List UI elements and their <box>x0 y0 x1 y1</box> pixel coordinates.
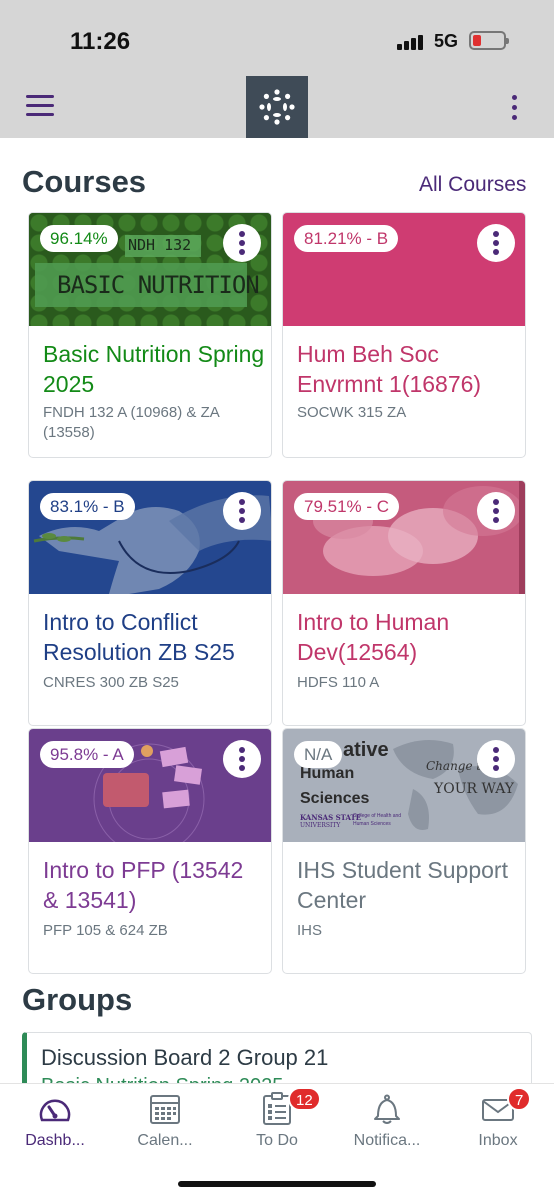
tab-inbox[interactable]: 7 Inbox <box>443 1084 553 1164</box>
ihs-image-text: YOUR WAY <box>434 781 514 797</box>
more-options-icon[interactable] <box>502 94 526 122</box>
groups-heading: Groups <box>22 982 133 1017</box>
inbox-badge: 7 <box>507 1087 532 1111</box>
course-options-icon[interactable] <box>477 740 515 778</box>
tab-todo[interactable]: 12 To Do <box>222 1084 332 1164</box>
bell-icon <box>374 1094 400 1124</box>
course-code: SOCWK 315 ZA <box>297 404 407 421</box>
all-courses-link[interactable]: All Courses <box>419 173 526 197</box>
ihs-image-text: Sciences <box>300 790 370 807</box>
course-title: Intro to Conflict Resolution ZB S25 <box>43 609 235 665</box>
course-options-icon[interactable] <box>223 224 261 262</box>
course-card[interactable]: 79.51% - C Intro to Human Dev(12564) HDF… <box>282 480 526 726</box>
course-code: CNRES 300 ZB S25 <box>43 674 179 691</box>
tab-calendar[interactable]: Calen... <box>110 1084 220 1164</box>
course-code: IHS <box>297 922 323 939</box>
signal-icon <box>397 34 425 50</box>
ihs-image-text: Human Sciences <box>353 821 391 827</box>
home-indicator <box>178 1181 376 1187</box>
course-code: PFP 105 & 624 ZB <box>43 922 168 939</box>
course-title: Intro to PFP (13542 & 13541) <box>43 857 244 913</box>
course-options-icon[interactable] <box>223 492 261 530</box>
course-options-icon[interactable] <box>477 224 515 262</box>
course-options-icon[interactable] <box>223 740 261 778</box>
course-options-icon[interactable] <box>477 492 515 530</box>
tab-label: Notifica... <box>353 1132 421 1149</box>
tab-label: Dashb... <box>25 1132 85 1149</box>
ihs-image-text: College of Health and <box>353 813 402 819</box>
course-card[interactable]: NDH 132 BASIC NUTRITION 96.14% Basic Nut… <box>28 212 272 458</box>
tab-label: Calen... <box>137 1132 193 1149</box>
course-grade: N/A <box>294 741 343 768</box>
tab-label: Inbox <box>478 1132 518 1149</box>
course-grade: 83.1% - B <box>40 493 135 520</box>
course-image-text-top: NDH 132 <box>128 236 192 254</box>
course-card[interactable]: 81.21% - B Hum Beh Soc Envrmnt 1(16876) … <box>282 212 526 458</box>
course-grade: 79.51% - C <box>294 493 400 520</box>
tab-dashboard[interactable]: Dashb... <box>0 1084 110 1164</box>
courses-heading: Courses <box>22 164 147 199</box>
tab-notifications[interactable]: Notifica... <box>332 1084 442 1164</box>
app-header: 11:26 5G <box>0 0 554 138</box>
calendar-icon <box>150 1095 180 1124</box>
canvas-logo-icon[interactable] <box>246 76 308 138</box>
course-title: IHS Student Support Center <box>297 857 508 913</box>
course-code: FNDH 132 A (10968) & ZA (13558) <box>43 404 219 441</box>
course-card[interactable]: ative Human Sciences Change the YOUR WAY… <box>282 728 526 974</box>
status-time: 11:26 <box>70 28 131 55</box>
course-code: HDFS 110 A <box>297 674 380 691</box>
course-title: Basic Nutrition Spring 2025 <box>43 341 265 397</box>
ihs-image-text: ative <box>343 739 389 761</box>
course-title: Hum Beh Soc Envrmnt 1(16876) <box>297 341 482 397</box>
course-grade: 81.21% - B <box>294 225 399 252</box>
ihs-image-text: KANSAS STATE <box>300 813 362 822</box>
menu-icon[interactable] <box>26 95 54 117</box>
course-grade: 95.8% - A <box>40 741 134 768</box>
todo-badge: 12 <box>288 1087 321 1111</box>
tab-label: To Do <box>256 1132 298 1149</box>
network-type: 5G <box>434 31 459 51</box>
dashboard-icon <box>39 1099 71 1122</box>
course-card[interactable]: 95.8% - A Intro to PFP (13542 & 13541) P… <box>28 728 272 974</box>
course-title: Intro to Human Dev(12564) <box>297 609 450 665</box>
course-grade: 96.14% <box>40 225 118 252</box>
group-title: Discussion Board 2 Group 21 <box>41 1045 329 1070</box>
course-card[interactable]: 83.1% - B Intro to Conflict Resolution Z… <box>28 480 272 726</box>
battery-icon <box>469 31 509 50</box>
ihs-image-text: UNIVERSITY <box>300 822 341 829</box>
course-image-text-main: BASIC NUTRITION <box>57 271 260 299</box>
